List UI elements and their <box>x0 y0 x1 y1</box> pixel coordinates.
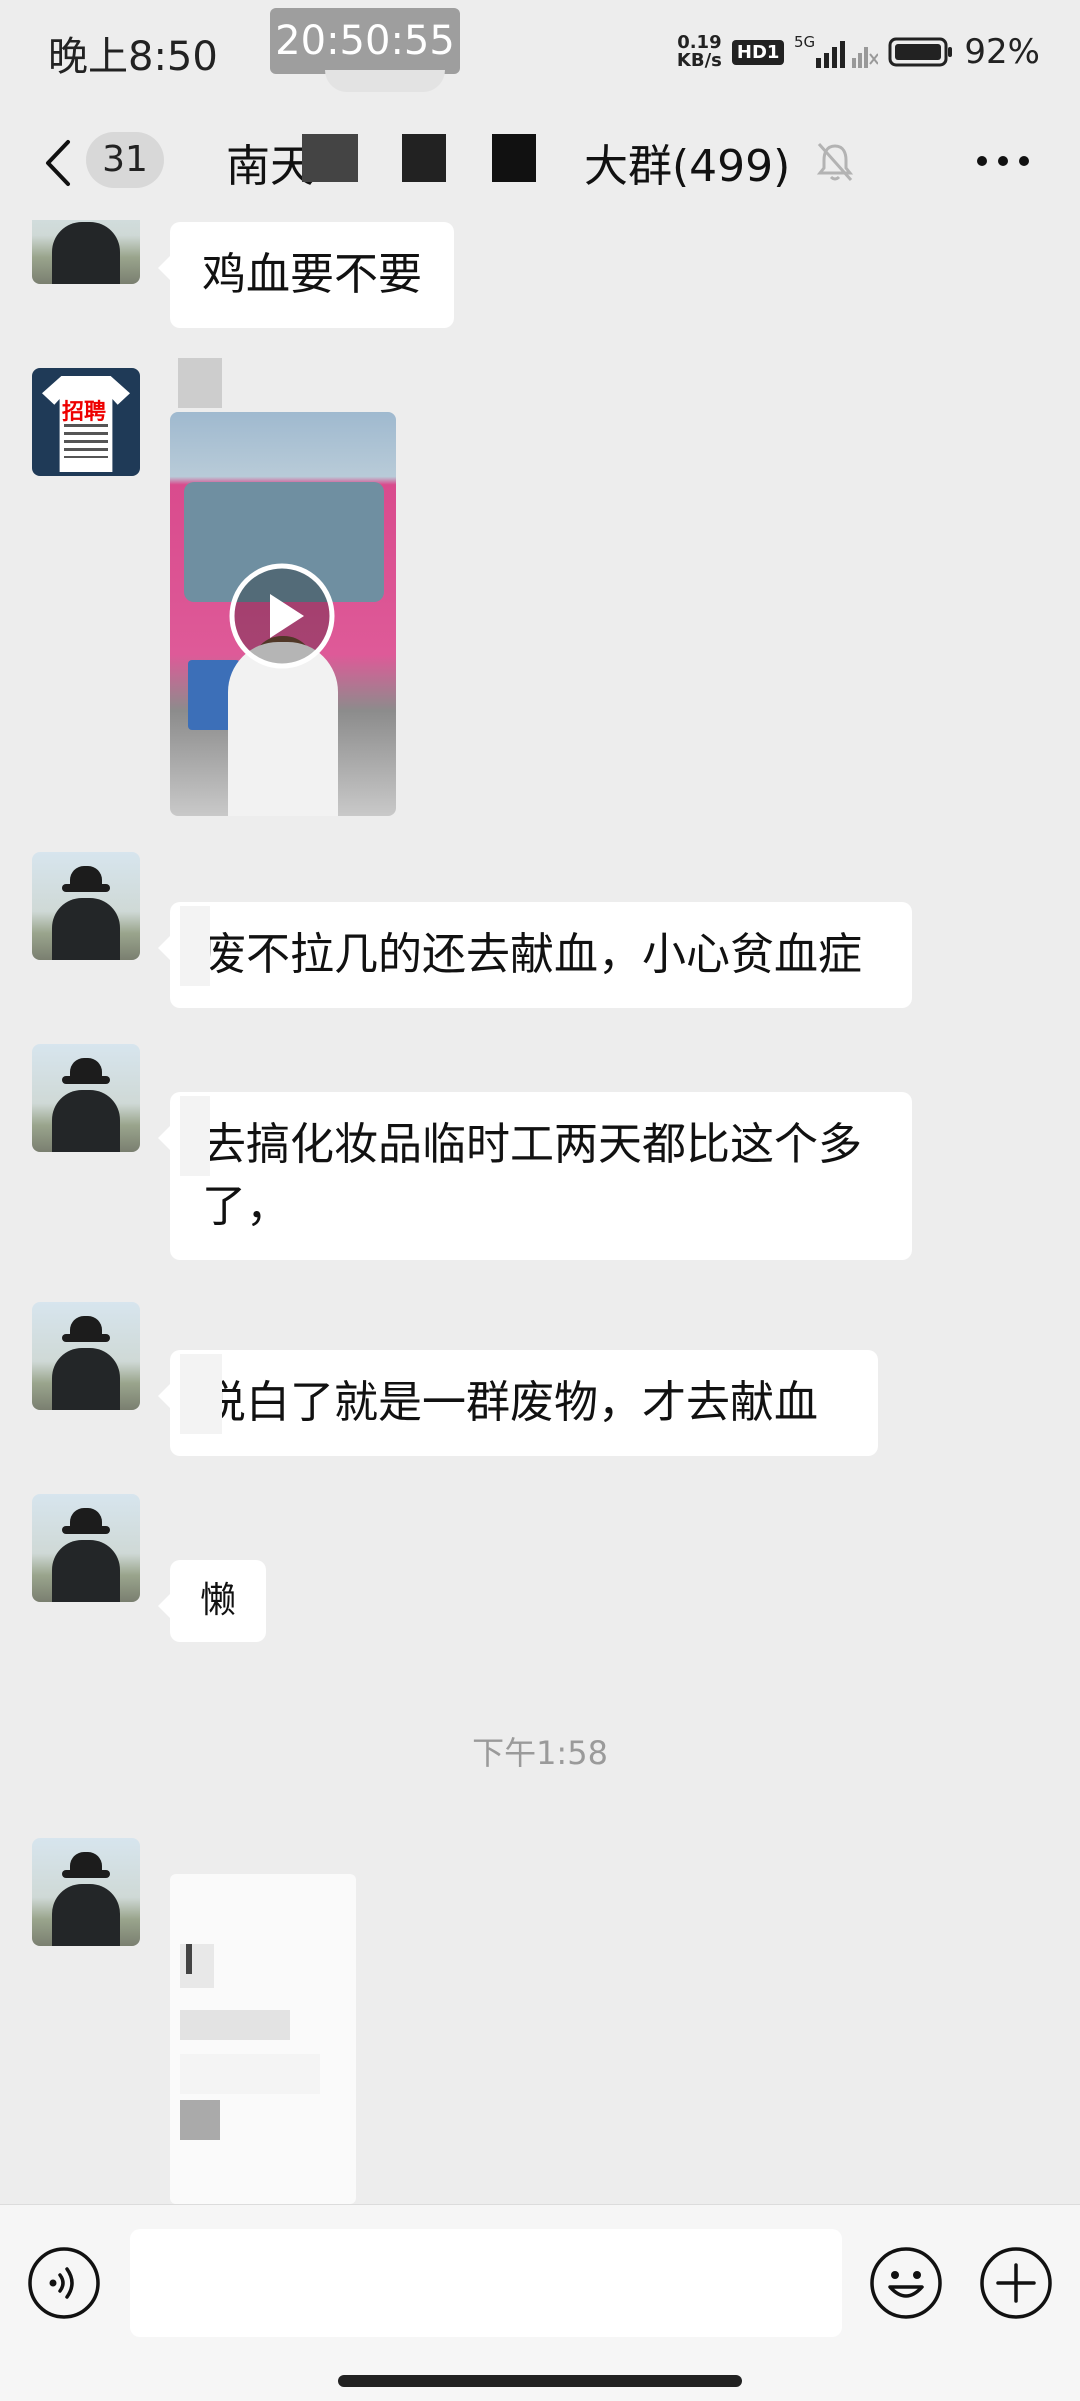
message-input[interactable] <box>130 2229 842 2337</box>
mute-bell-icon <box>816 143 854 181</box>
svg-text:5G: 5G <box>794 34 815 51</box>
message-bubble[interactable]: 去搞化妆品临时工两天都比这个多了， <box>158 1092 912 1260</box>
input-bar <box>0 2204 1080 2401</box>
message-text: 说白了就是一群废物，才去献血 <box>202 1377 818 1428</box>
sender-avatar[interactable] <box>32 1838 140 1946</box>
video-message[interactable] <box>170 412 396 816</box>
message-bubble[interactable]: 鸡血要不要 <box>158 222 454 328</box>
message-bubble[interactable]: 懒 <box>157 1560 267 1642</box>
chat-title-end: 大群(499) <box>584 141 791 192</box>
status-indicators: 0.19 KB/s HD1 5G 92% <box>677 30 1040 74</box>
battery-icon <box>888 37 953 67</box>
battery-percent: 92% <box>964 32 1040 72</box>
unread-count-badge[interactable]: 31 <box>86 132 164 188</box>
clock-overlay: 20:50:55 <box>270 8 460 74</box>
back-arrow-icon[interactable] <box>40 138 80 188</box>
sender-avatar[interactable]: 招聘 <box>32 368 140 476</box>
chat-header: 31 南天 大群(499) <box>0 110 1080 210</box>
blur-patch <box>180 1096 210 1176</box>
emoji-icon[interactable] <box>868 2245 944 2321</box>
message-bubble[interactable]: 说白了就是一群废物，才去献血 <box>158 1350 878 1456</box>
more-functions-plus-icon[interactable] <box>978 2245 1054 2321</box>
avatar-recruit-text: 招聘 <box>62 400 107 425</box>
message-text: 去搞化妆品临时工两天都比这个多了， <box>202 1119 862 1232</box>
message-text: 懒 <box>200 1580 237 1621</box>
status-time: 晚上8:50 <box>48 34 218 80</box>
sender-avatar[interactable] <box>32 1494 140 1602</box>
home-indicator[interactable] <box>338 2375 742 2387</box>
title-redaction <box>302 134 358 182</box>
signal-icon: 5G <box>794 34 879 68</box>
more-options-icon[interactable] <box>975 154 1031 168</box>
clock-overlay-shadow <box>325 70 445 92</box>
message-bubble[interactable]: 废不拉几的还去献血，小心贫血症 <box>158 902 912 1008</box>
sender-avatar[interactable] <box>32 852 140 960</box>
status-bar: 晚上8:50 20:50:55 0.19 KB/s HD1 5G 92% <box>0 0 1080 100</box>
chat-title-start: 南天 <box>226 141 314 192</box>
image-message[interactable] <box>170 1874 356 2204</box>
blur-patch <box>180 1354 222 1434</box>
blur-patch <box>180 906 210 986</box>
sender-avatar[interactable] <box>32 1044 140 1152</box>
title-redaction <box>492 134 536 182</box>
hd-badge: HD1 <box>731 39 785 65</box>
title-redaction <box>402 134 446 182</box>
message-text: 废不拉几的还去献血，小心贫血症 <box>202 929 862 980</box>
play-icon[interactable] <box>228 562 336 670</box>
network-speed: 0.19 KB/s <box>676 32 722 71</box>
message-text: 鸡血要不要 <box>202 249 422 300</box>
voice-input-icon[interactable] <box>26 2245 102 2321</box>
sender-avatar[interactable] <box>32 1302 140 1410</box>
chat-timestamp: 下午1:58 <box>472 1734 608 1772</box>
blur-patch <box>178 358 222 408</box>
